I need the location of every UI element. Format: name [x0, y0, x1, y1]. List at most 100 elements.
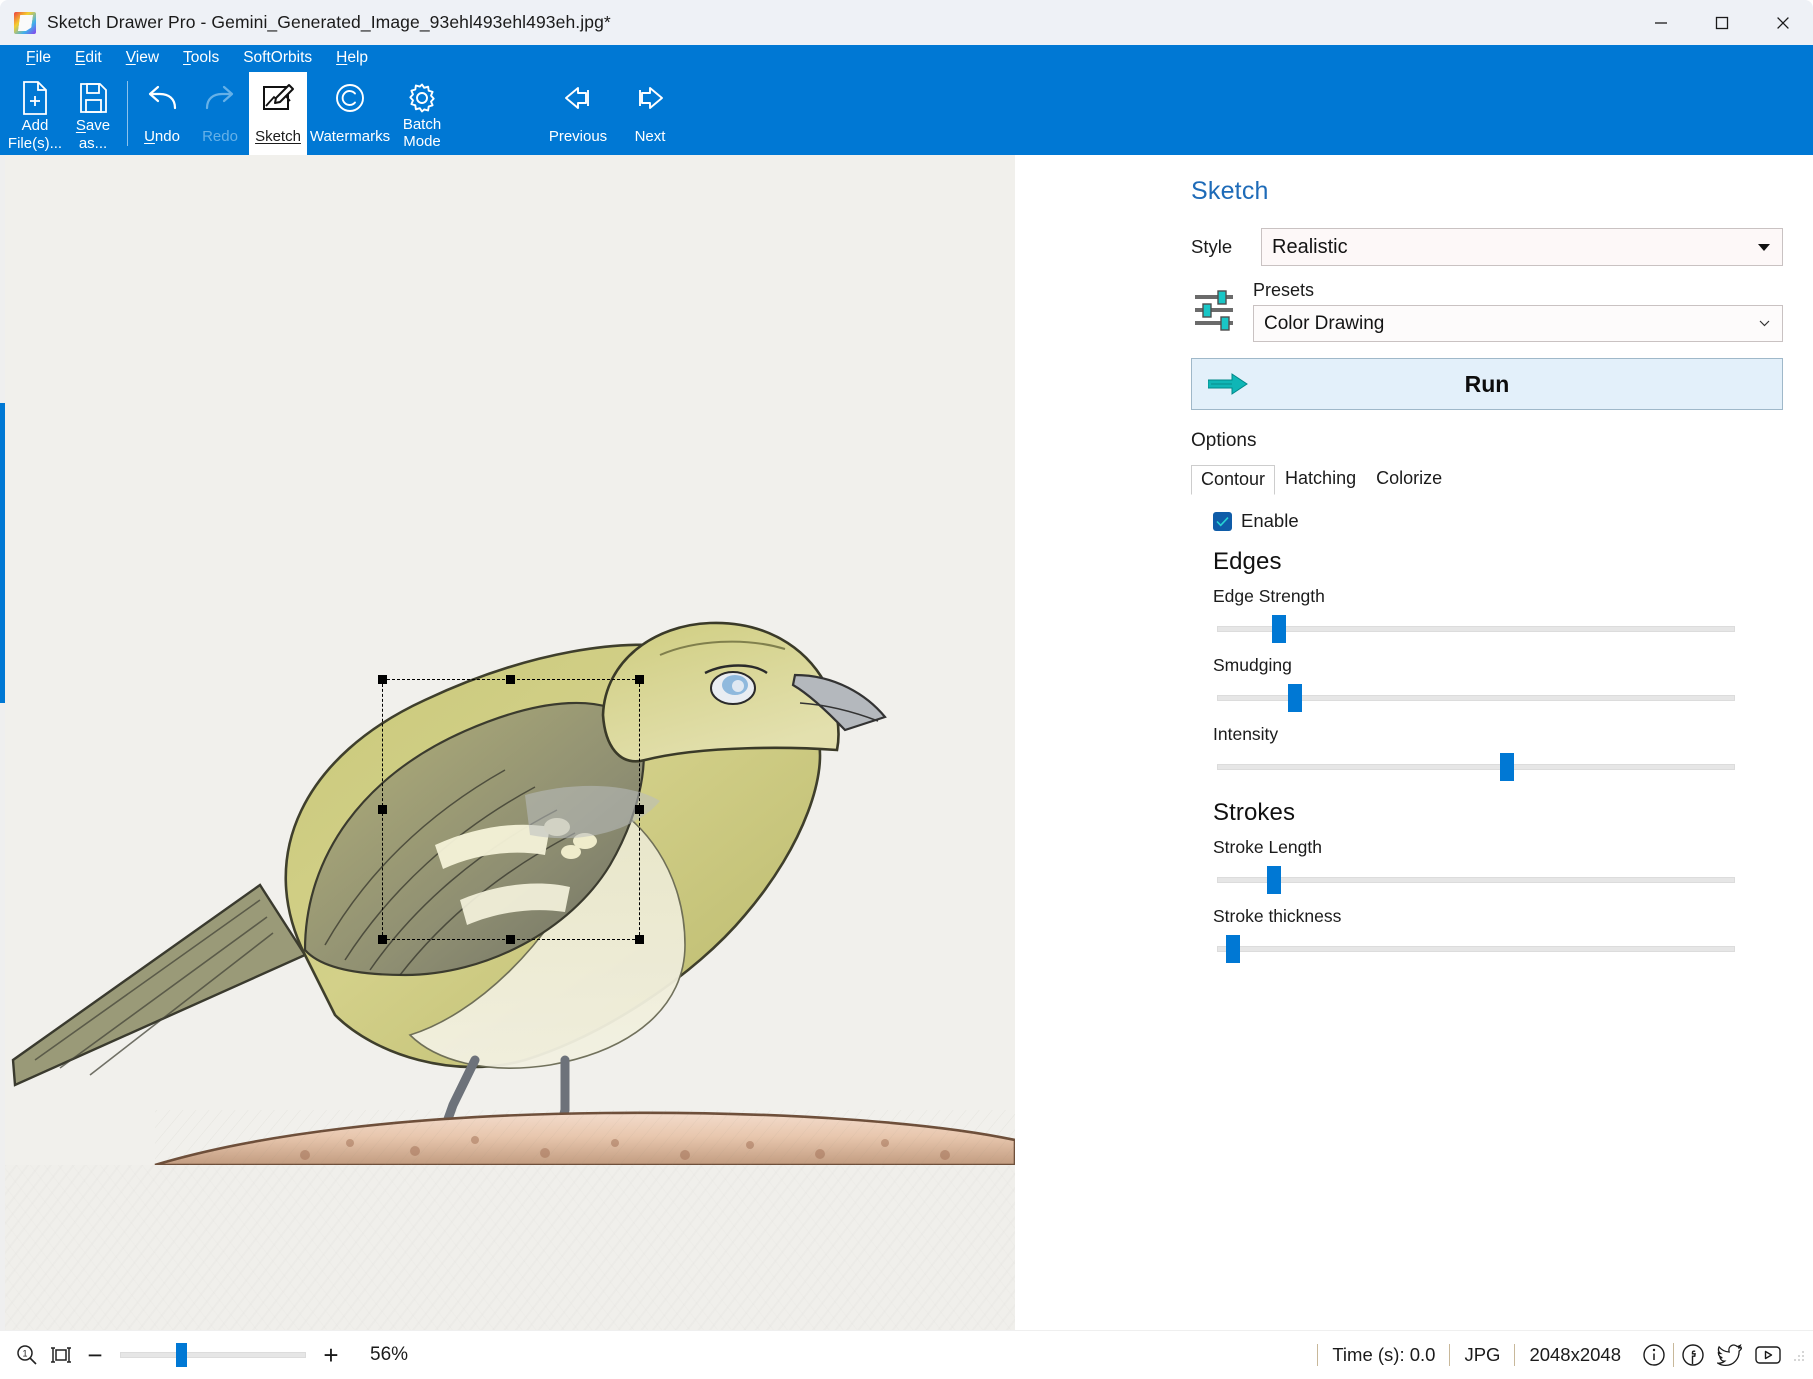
fit-to-window-icon[interactable] [44, 1345, 78, 1365]
zoom-slider-thumb[interactable] [176, 1343, 187, 1367]
tab-colorize[interactable]: Colorize [1366, 464, 1452, 494]
intensity-thumb[interactable] [1500, 753, 1515, 781]
stroke-thickness-thumb[interactable] [1225, 935, 1240, 963]
zoom-out-button[interactable]: − [78, 1342, 112, 1368]
options-tabs: Contour Hatching Colorize [1191, 464, 1783, 495]
sketch-image [5, 155, 1015, 1165]
window-controls [1630, 0, 1813, 45]
sketch-panel: Sketch Style Realistic Presets Color Dra… [1163, 155, 1813, 1330]
sketch-icon [261, 80, 295, 116]
stroke-thickness-slider[interactable] [1217, 933, 1735, 965]
enable-checkbox[interactable] [1213, 511, 1232, 531]
strokes-group-heading: Strokes [1213, 799, 1296, 826]
edge-strength-slider[interactable] [1217, 613, 1735, 645]
presets-select-value: Color Drawing [1264, 312, 1385, 334]
style-label: Style [1191, 236, 1233, 257]
minimize-button[interactable] [1630, 0, 1691, 45]
run-button-label: Run [1464, 370, 1510, 397]
toolbar-redo-button[interactable]: Redo [191, 72, 249, 155]
edge-strength-thumb[interactable] [1272, 615, 1287, 643]
undo-arrow-icon [145, 80, 179, 116]
menu-edit[interactable]: Edit [63, 47, 114, 70]
toolbar-save-as-button[interactable]: Save as... [64, 72, 122, 155]
resize-grip-icon[interactable] [1791, 1348, 1805, 1362]
enable-row[interactable]: Enable [1213, 510, 1783, 532]
presets-row: Presets Color Drawing [1191, 280, 1783, 342]
stroke-length-slider[interactable] [1217, 864, 1735, 896]
zoom-slider[interactable] [120, 1341, 306, 1369]
toolbar-batch-mode-label-1: Batch [402, 116, 442, 133]
toolbar-sketch-button[interactable]: Sketch [249, 72, 307, 155]
twitter-icon[interactable] [1711, 1343, 1749, 1367]
arrow-right-icon [633, 80, 667, 116]
zoom-percent-label: 56% [370, 1344, 409, 1365]
presets-select[interactable]: Color Drawing [1253, 305, 1783, 342]
enable-label: Enable [1241, 510, 1299, 531]
arrow-left-icon [561, 80, 595, 116]
style-select[interactable]: Realistic [1261, 228, 1783, 266]
youtube-icon[interactable] [1749, 1344, 1787, 1366]
main-body: Sketch Style Realistic Presets Color Dra… [0, 155, 1813, 1330]
toolbar-next-label: Next [634, 128, 666, 145]
edge-strength-track [1217, 626, 1735, 632]
menu-file[interactable]: File [14, 47, 63, 70]
maximize-button[interactable] [1691, 0, 1752, 45]
toolbar-batch-mode-label-2: Mode [403, 133, 441, 150]
info-icon[interactable] [1635, 1343, 1673, 1367]
redo-arrow-icon [203, 80, 237, 116]
close-button[interactable] [1752, 0, 1813, 45]
toolbar-add-files-label-2: File(s)... [7, 135, 63, 152]
toolbar-next-button[interactable]: Next [621, 72, 679, 155]
options-label: Options [1191, 430, 1257, 451]
menu-bar: File Edit View Tools SoftOrbits Help [0, 45, 1813, 72]
tab-contour[interactable]: Contour [1191, 465, 1276, 495]
stroke-thickness-label: Stroke thickness [1213, 906, 1342, 926]
toolbar-add-files-button[interactable]: Add File(s)... [6, 72, 64, 155]
zoom-actual-size-icon[interactable]: 1 [10, 1344, 44, 1366]
window-title: Sketch Drawer Pro - Gemini_Generated_Ima… [47, 12, 611, 32]
style-select-value: Realistic [1272, 235, 1348, 258]
facebook-icon[interactable] [1673, 1343, 1711, 1367]
zoom-in-button[interactable]: + [314, 1342, 348, 1368]
smudging-thumb[interactable] [1287, 684, 1302, 712]
toolbar-watermarks-button[interactable]: Watermarks [307, 72, 393, 155]
stroke-length-label: Stroke Length [1213, 837, 1322, 857]
tab-hatching[interactable]: Hatching [1275, 464, 1366, 494]
toolbar-sketch-label: Sketch [255, 128, 301, 145]
presets-label: Presets [1253, 280, 1315, 300]
smudging-label: Smudging [1213, 655, 1292, 675]
canvas-empty-area [1015, 155, 1163, 1330]
panel-title: Sketch [1191, 177, 1269, 205]
status-time: Time (s): 0.0 [1317, 1344, 1449, 1366]
stroke-length-track [1217, 877, 1735, 883]
status-right-group: Time (s): 0.0 JPG 2048x2048 [1317, 1343, 1805, 1367]
chevron-down-icon [1759, 320, 1770, 326]
edges-group-heading: Edges [1213, 548, 1282, 575]
menu-help[interactable]: Help [324, 47, 380, 70]
stroke-length-thumb[interactable] [1266, 866, 1281, 894]
svg-text:1: 1 [22, 1349, 27, 1359]
toolbar: Add File(s)... Save as... Undo Redo Sket… [0, 72, 1813, 155]
presets-column: Presets Color Drawing [1253, 280, 1783, 342]
status-format: JPG [1449, 1344, 1514, 1366]
smudging-slider[interactable] [1217, 682, 1735, 714]
toolbar-batch-mode-button[interactable]: Batch Mode [393, 72, 451, 155]
status-dimensions: 2048x2048 [1514, 1344, 1635, 1366]
status-bar: 1 − + 56% Time (s): 0.0 JPG 2048x2048 [0, 1330, 1813, 1379]
zoom-slider-track [120, 1352, 306, 1358]
menu-view[interactable]: View [114, 47, 171, 70]
toolbar-undo-label: Undo [144, 128, 180, 145]
run-button[interactable]: Run [1191, 358, 1783, 410]
toolbar-watermarks-label: Watermarks [309, 128, 391, 145]
app-logo-icon [14, 11, 36, 34]
intensity-slider[interactable] [1217, 751, 1735, 783]
canvas-area[interactable] [5, 155, 1163, 1330]
image-canvas[interactable] [5, 155, 1015, 1330]
toolbar-previous-button[interactable]: Previous [535, 72, 621, 155]
app-window: Sketch Drawer Pro - Gemini_Generated_Ima… [0, 0, 1813, 1379]
title-bar: Sketch Drawer Pro - Gemini_Generated_Ima… [0, 0, 1813, 45]
menu-softorbits[interactable]: SoftOrbits [231, 47, 324, 70]
toolbar-save-as-label-2: as... [78, 135, 108, 152]
menu-tools[interactable]: Tools [171, 47, 231, 70]
toolbar-undo-button[interactable]: Undo [133, 72, 191, 155]
